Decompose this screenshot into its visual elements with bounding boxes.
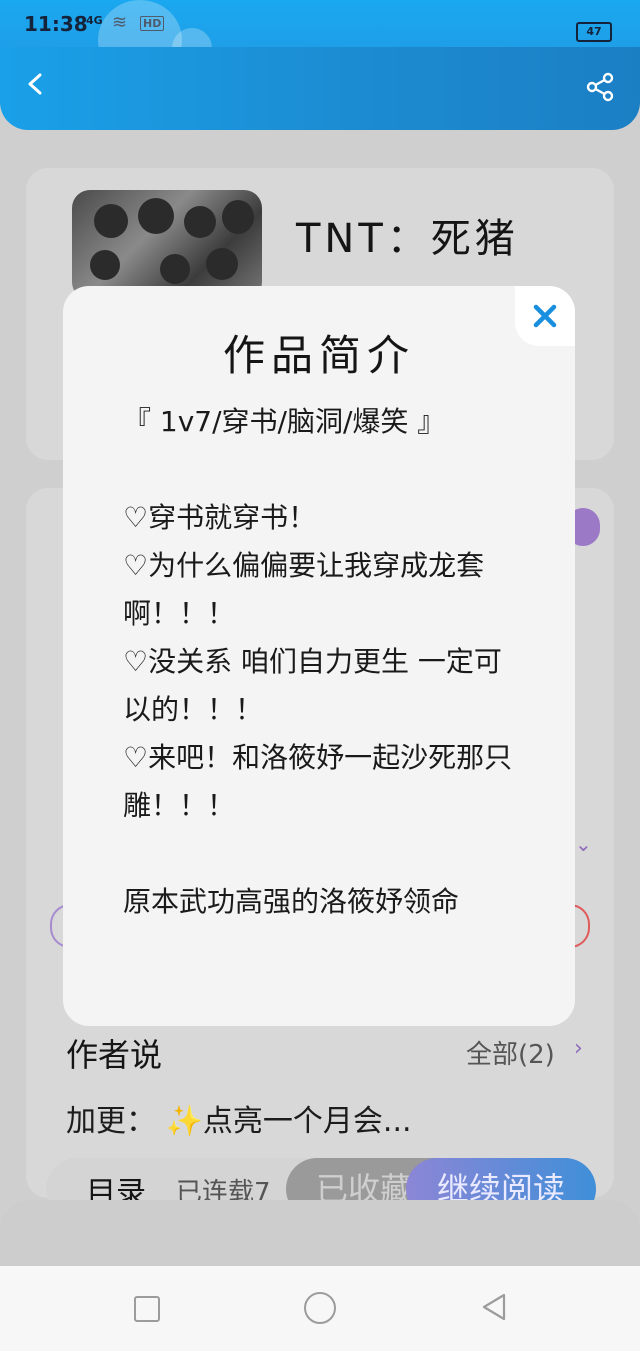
- system-navigation-bar: [0, 1266, 640, 1351]
- author-says-all-link[interactable]: 全部(2): [466, 1034, 555, 1071]
- author-says-title: 作者说: [66, 1036, 163, 1074]
- battery-indicator: 47: [576, 22, 612, 42]
- modal-title: 作品简介: [222, 331, 415, 380]
- chevron-down-icon[interactable]: ⌄: [575, 832, 592, 856]
- intro-tags: 『 1v7/穿书/脑洞/爆笑 』: [123, 405, 446, 438]
- back-triangle-icon[interactable]: [480, 1292, 510, 1322]
- intro-summary: 原本武功高强的洛筱妤领命: [123, 885, 460, 918]
- top-header: [0, 47, 640, 130]
- intro-text: 『 1v7/穿书/脑洞/爆笑 』 ♡穿书就穿书！ ♡为什么偏偏要让我穿成龙套啊！…: [123, 398, 523, 926]
- status-bar: 11:38 4G ≋ HD 47: [0, 0, 640, 80]
- lower-sheet: [0, 1200, 640, 1270]
- author-note-text: 点亮一个月会...: [202, 1104, 412, 1139]
- sparkle-icon: ✨: [165, 1104, 203, 1139]
- author-note[interactable]: 加更： ✨点亮一个月会...: [66, 1096, 412, 1140]
- back-arrow-icon[interactable]: [24, 73, 46, 95]
- share-icon[interactable]: [584, 71, 616, 103]
- recent-apps-icon[interactable]: [134, 1296, 160, 1322]
- author-note-prefix: 加更：: [66, 1104, 156, 1139]
- home-icon[interactable]: [304, 1292, 336, 1324]
- intro-line: ♡穿书就穿书！: [123, 501, 317, 534]
- book-title: TNT：死猪: [296, 216, 519, 262]
- intro-line: ♡没关系 咱们自力更生 一定可以的！！！: [123, 645, 502, 726]
- chevron-right-icon[interactable]: ›: [574, 1036, 583, 1061]
- book-cover-image[interactable]: [72, 190, 262, 300]
- status-time: 11:38: [24, 12, 88, 36]
- intro-line: ♡为什么偏偏要让我穿成龙套啊！！！: [123, 549, 485, 630]
- intro-line: ♡来吧！和洛筱妤一起沙死那只雕！！！: [123, 741, 513, 822]
- intro-modal: 作品简介 『 1v7/穿书/脑洞/爆笑 』 ♡穿书就穿书！ ♡为什么偏偏要让我穿…: [63, 286, 575, 1026]
